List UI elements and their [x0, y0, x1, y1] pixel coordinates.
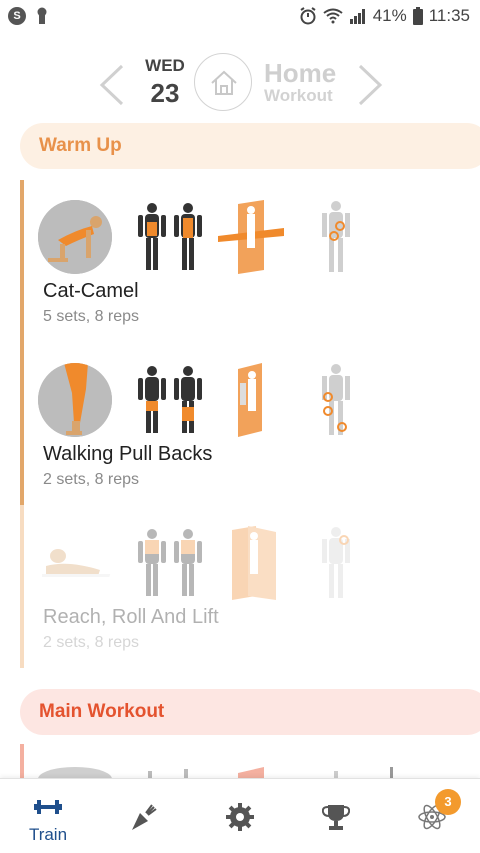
- trophy-icon: [322, 805, 350, 830]
- nav-achievements[interactable]: [288, 779, 384, 853]
- status-bar: S 41% 11:35: [0, 0, 480, 34]
- nav-train-label: Train: [28, 825, 68, 844]
- section-header-warm-up[interactable]: Warm Up: [20, 123, 480, 169]
- house-icon: [211, 70, 237, 95]
- wifi-icon: [323, 8, 343, 24]
- exercise-thumbnail: [38, 200, 112, 274]
- chevron-right-icon[interactable]: [350, 62, 386, 108]
- motion-plane-icon: [232, 526, 276, 600]
- section-title: Warm Up: [39, 135, 122, 156]
- day-name: WED: [145, 56, 185, 75]
- date-navigator: WED 23 Home Workout: [0, 50, 480, 125]
- home-workout-button[interactable]: [194, 53, 252, 111]
- exercise-thumbnail: [38, 526, 112, 600]
- signal-icon: [349, 9, 365, 24]
- section-rail: [20, 505, 24, 668]
- day-number: 23: [150, 78, 180, 108]
- date-display: WED 23: [138, 56, 192, 109]
- joint-focus-icon: [322, 527, 350, 598]
- workout-title-sub: Workout: [264, 86, 333, 105]
- exercise-sets-reps: 5 sets, 8 reps: [43, 308, 140, 325]
- exercise-row[interactable]: Cat-Camel 5 sets, 8 reps: [38, 200, 478, 340]
- nav-train[interactable]: Train: [0, 779, 96, 853]
- muscle-map-icon: [138, 366, 202, 433]
- chevron-left-icon[interactable]: [96, 62, 132, 108]
- bottom-navigation: Train: [0, 778, 480, 853]
- exercise-sets-reps: 2 sets, 8 reps: [43, 634, 140, 651]
- exercise-thumbnail: [38, 363, 112, 437]
- notification-badge: 3: [435, 789, 461, 815]
- exercise-row[interactable]: Walking Pull Backs 2 sets, 8 reps: [38, 363, 478, 503]
- exercise-name: Reach, Roll And Lift: [43, 606, 219, 628]
- s-icon: S: [8, 7, 26, 25]
- carrot-icon: [132, 804, 157, 830]
- muscle-map-icon: [138, 203, 202, 270]
- exercise-name: Cat-Camel: [43, 280, 139, 302]
- exercise-name: Walking Pull Backs: [43, 443, 213, 465]
- clock: 11:35: [428, 6, 470, 25]
- alarm-icon: [300, 7, 316, 25]
- section-header-main-workout[interactable]: Main Workout: [20, 689, 480, 735]
- motion-plane-icon: [218, 200, 284, 274]
- exercise-row-partial[interactable]: [38, 765, 478, 779]
- section-rail: [20, 180, 24, 505]
- dumbbell-icon: [34, 800, 62, 814]
- battery-percent: 41%: [372, 6, 407, 25]
- joint-focus-icon: [322, 364, 350, 435]
- keyhole-icon: [37, 7, 47, 24]
- muscle-map-icon: [138, 529, 202, 596]
- section-rail: [20, 744, 24, 780]
- exercise-row[interactable]: Reach, Roll And Lift 2 sets, 8 reps: [38, 526, 478, 666]
- nav-nutrition[interactable]: [96, 779, 192, 853]
- joint-focus-icon: [322, 201, 350, 272]
- exercise-sets-reps: 2 sets, 8 reps: [43, 471, 140, 488]
- section-title: Main Workout: [39, 701, 165, 722]
- workout-title-main: Home: [264, 58, 337, 88]
- nav-settings[interactable]: [192, 779, 288, 853]
- battery-icon: [412, 7, 423, 25]
- motion-plane-icon: [238, 363, 262, 437]
- gear-icon: [226, 803, 254, 831]
- nav-science[interactable]: [384, 779, 480, 853]
- workout-title: Home Workout: [264, 60, 336, 106]
